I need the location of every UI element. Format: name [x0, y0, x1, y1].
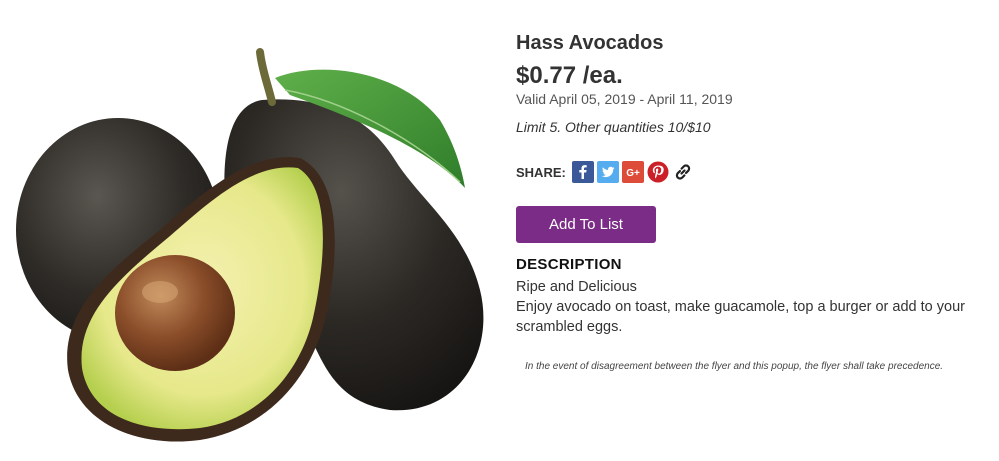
twitter-share-button[interactable]	[596, 161, 619, 183]
facebook-share-button[interactable]	[571, 161, 594, 183]
google-plus-share-button[interactable]: G+	[621, 161, 644, 183]
link-icon	[675, 164, 691, 180]
description-line-2: Enjoy avocado on toast, make guacamole, …	[516, 299, 965, 335]
pinterest-share-button[interactable]	[647, 161, 669, 183]
share-label: SHARE:	[516, 164, 566, 180]
add-to-list-button[interactable]: Add To List	[516, 206, 656, 243]
share-bar: SHARE: G+	[516, 160, 697, 184]
description-body: Ripe and Delicious Enjoy avocado on toas…	[516, 277, 994, 337]
description-heading: DESCRIPTION	[516, 256, 622, 273]
pinterest-icon	[647, 161, 669, 183]
valid-dates: Valid April 05, 2019 - April 11, 2019	[516, 91, 733, 107]
svg-text:G+: G+	[626, 168, 640, 179]
avocado-illustration	[16, 48, 484, 442]
google-plus-icon: G+	[621, 161, 644, 183]
twitter-icon	[596, 161, 619, 183]
product-price: $0.77 /ea.	[516, 62, 623, 89]
disclaimer-note: In the event of disagreement between the…	[525, 361, 944, 372]
description-line-1: Ripe and Delicious	[516, 279, 637, 295]
avocado-pit	[115, 255, 235, 371]
product-title: Hass Avocados	[516, 32, 664, 54]
limit-note: Limit 5. Other quantities 10/$10	[516, 119, 711, 135]
copy-link-button[interactable]	[672, 161, 694, 183]
facebook-icon	[571, 161, 594, 183]
product-image	[0, 0, 505, 461]
